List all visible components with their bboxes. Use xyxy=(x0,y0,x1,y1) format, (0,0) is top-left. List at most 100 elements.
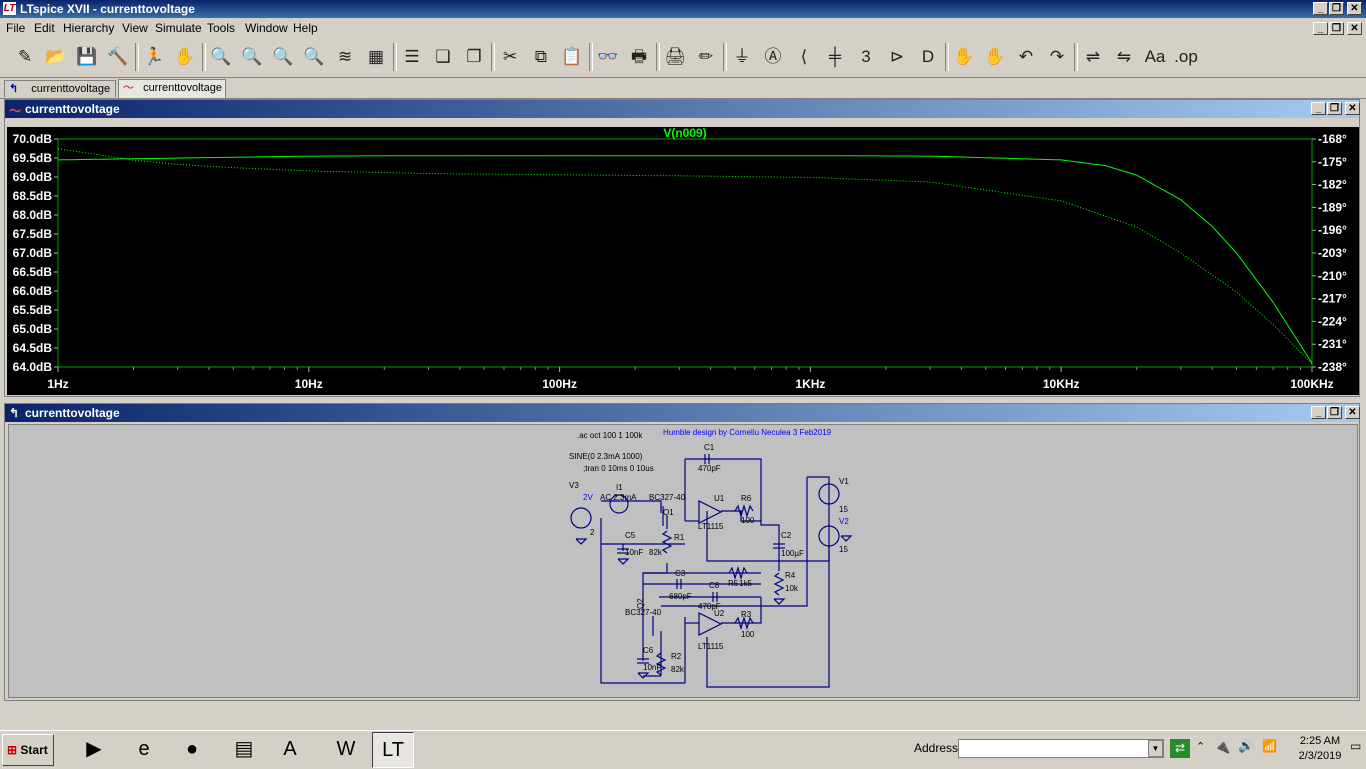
spice-directive-icon[interactable]: .op xyxy=(1173,43,1199,71)
schematic-window-title: currenttovoltage xyxy=(25,406,120,420)
schematic-minimize-button[interactable]: _ xyxy=(1311,406,1326,419)
signal-tray-icon[interactable]: 📶 xyxy=(1262,739,1277,753)
tab-waveform[interactable]: 〜 currenttovoltage xyxy=(118,79,226,98)
resistor-r4[interactable] xyxy=(773,572,785,596)
word-icon[interactable]: W xyxy=(326,732,366,766)
system-clock[interactable]: 2:25 AM 2/3/2019 xyxy=(1290,734,1350,764)
waveform-minimize-button[interactable]: _ xyxy=(1311,102,1326,115)
quick-pan-icon[interactable]: ▦ xyxy=(363,43,389,71)
doc-close-button[interactable]: ✕ xyxy=(1347,22,1362,35)
draw-wire-icon[interactable]: ✏ xyxy=(693,43,719,71)
restore-button[interactable]: ❐ xyxy=(1329,2,1344,15)
toolbar-separator xyxy=(135,43,139,71)
find-icon[interactable]: 👓 xyxy=(595,43,621,71)
opamp-u1[interactable] xyxy=(698,500,723,524)
menu-hierarchy[interactable]: Hierarchy xyxy=(63,21,114,35)
menu-simulate[interactable]: Simulate xyxy=(155,21,202,35)
tile-horizontal-icon[interactable]: ☰ xyxy=(399,43,425,71)
tab-schematic[interactable]: ↰ currenttovoltage xyxy=(4,80,116,97)
halt-icon[interactable]: ✋ xyxy=(172,43,198,71)
schematic-maximize-button[interactable]: ❐ xyxy=(1327,406,1342,419)
schematic-window-titlebar: ↰ currenttovoltage _ ❐ ✕ xyxy=(5,404,1360,422)
phase-trace xyxy=(57,148,1313,365)
toolbar: ✎ 📂 💾 🔨 🏃 ✋ 🔍 🔍 🔍 🔍 ≋ ▦ ☰ ❏ ❐ ✂ ⧉ 📋 👓 🖶 🖨 ✏ ⏚ Ⓐ ⟨ ╪ 3 ⊳ D ✋ ✋ ↶ ↷ ⇌ ⇋ Aa .op xyxy=(0,39,1366,78)
y-tick-label: 64.5dB xyxy=(13,341,53,355)
label-u1: U1 xyxy=(714,494,725,503)
cut-icon[interactable]: ✂ xyxy=(497,43,523,71)
resistor-icon[interactable]: ⟨ xyxy=(791,43,817,71)
rotate-icon[interactable]: ⇌ xyxy=(1080,43,1106,71)
internet-explorer-icon[interactable]: e xyxy=(124,732,164,766)
menu-file[interactable]: File xyxy=(6,21,25,35)
waveform-close-button[interactable]: ✕ xyxy=(1345,102,1360,115)
control-panel-icon[interactable]: 🔨 xyxy=(105,43,131,71)
text-icon[interactable]: Aa xyxy=(1142,43,1168,71)
ltspice-icon[interactable]: LT xyxy=(372,732,414,768)
autorange-icon[interactable]: ≋ xyxy=(332,43,358,71)
run-icon[interactable]: 🏃 xyxy=(141,43,167,71)
network-tray-icon[interactable]: 🔌 xyxy=(1214,739,1230,755)
pan-icon[interactable]: 🔍 xyxy=(239,43,265,71)
waveform-maximize-button[interactable]: ❐ xyxy=(1327,102,1342,115)
save-icon[interactable]: 💾 xyxy=(74,43,100,71)
menu-edit[interactable]: Edit xyxy=(34,21,55,35)
print-preview-icon[interactable]: 🖶 xyxy=(626,43,652,71)
label-net-icon[interactable]: Ⓐ xyxy=(760,43,786,71)
diode-icon[interactable]: ⊳ xyxy=(884,43,910,71)
menu-tools[interactable]: Tools xyxy=(207,21,235,35)
y-tick-label: 66.5dB xyxy=(13,265,53,279)
address-input[interactable] xyxy=(958,739,1164,758)
capacitor-icon[interactable]: ╪ xyxy=(822,43,848,71)
minimize-button[interactable]: _ xyxy=(1313,2,1328,15)
schematic-close-button[interactable]: ✕ xyxy=(1345,406,1360,419)
label-q1: Q1 xyxy=(663,508,674,517)
toolbar-separator xyxy=(491,43,495,71)
doc-restore-button[interactable]: ❐ xyxy=(1329,22,1344,35)
doc-minimize-button[interactable]: _ xyxy=(1313,22,1328,35)
close-button[interactable]: ✕ xyxy=(1347,2,1362,15)
undo-icon[interactable]: ↶ xyxy=(1013,43,1039,71)
address-label: Address xyxy=(914,741,959,755)
start-label: Start xyxy=(20,743,48,757)
paste-icon[interactable]: 📋 xyxy=(559,43,585,71)
action-center-icon[interactable]: ▭ xyxy=(1350,739,1361,753)
new-schematic-icon[interactable]: ✎ xyxy=(12,43,38,71)
zoom-out-icon[interactable]: 🔍 xyxy=(270,43,296,71)
y-tick-label: 65.5dB xyxy=(13,303,53,317)
show-hidden-icons[interactable]: ⌃ xyxy=(1196,740,1205,753)
menu-view[interactable]: View xyxy=(122,21,148,35)
open-icon[interactable]: 📂 xyxy=(43,43,69,71)
volume-tray-icon[interactable]: 🔊 xyxy=(1238,738,1254,754)
resistor-r1[interactable] xyxy=(661,530,673,554)
redo-icon[interactable]: ↷ xyxy=(1044,43,1070,71)
ground-icon[interactable]: ⏚ xyxy=(729,43,755,71)
firefox-icon[interactable]: ● xyxy=(172,732,212,766)
go-icon[interactable]: ⇄ xyxy=(1170,739,1190,758)
menu-help[interactable]: Help xyxy=(293,21,318,35)
schematic-canvas[interactable]: .ac oct 100 1 100k SINE(0 2.3mA 1000) ;tra… xyxy=(8,424,1358,698)
acrobat-icon[interactable]: A xyxy=(270,732,310,766)
address-dropdown-button[interactable]: ▼ xyxy=(1148,740,1163,757)
explorer-icon[interactable]: ▤ xyxy=(224,732,264,766)
print-icon[interactable]: 🖨 xyxy=(662,43,688,71)
start-button[interactable]: ⊞ Start xyxy=(2,734,54,766)
cascade-icon[interactable]: ❏ xyxy=(430,43,456,71)
voltage-source-v3[interactable] xyxy=(570,507,592,529)
tile-vertical-icon[interactable]: ❐ xyxy=(461,43,487,71)
drag-icon[interactable]: ✋ xyxy=(982,43,1008,71)
media-player-icon[interactable]: ▶ xyxy=(74,732,114,766)
zoom-fit-icon[interactable]: 🔍 xyxy=(301,43,327,71)
label-v2v: 15 xyxy=(839,545,848,554)
component-icon[interactable]: D xyxy=(915,43,941,71)
copy-icon[interactable]: ⧉ xyxy=(528,43,554,71)
inductor-icon[interactable]: 3 xyxy=(853,43,879,71)
zoom-in-icon[interactable]: 🔍 xyxy=(208,43,234,71)
label-i1v: AC 2.3mA xyxy=(600,493,637,502)
menu-window[interactable]: Window xyxy=(245,21,288,35)
magnitude-trace xyxy=(57,155,1313,364)
move-icon[interactable]: ✋ xyxy=(951,43,977,71)
mirror-icon[interactable]: ⇋ xyxy=(1111,43,1137,71)
ground-symbol xyxy=(575,538,588,545)
bode-plot[interactable]: V(n009) 70.0dB 69.5dB 69.0dB 68.5dB 68.0dB 67.… xyxy=(7,126,1359,395)
plot-frame xyxy=(57,138,1313,368)
